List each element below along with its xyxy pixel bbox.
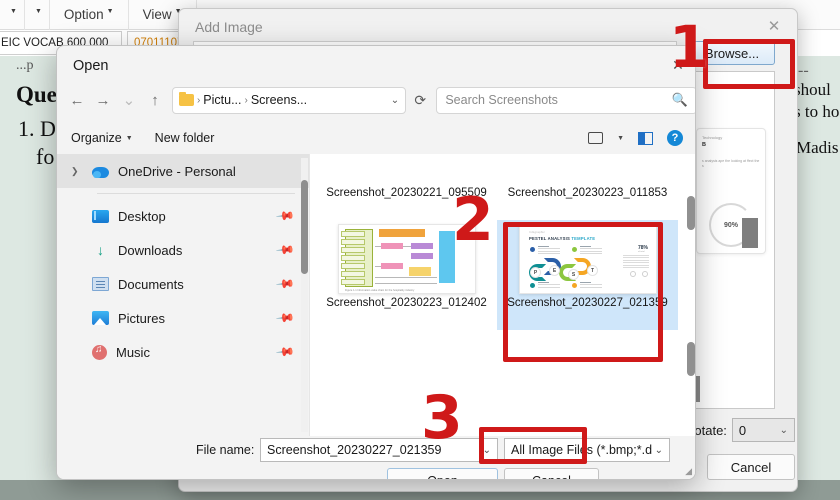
annotation-box-open-button (479, 427, 587, 464)
preview-card-body: s analysis ape the looking at ffect the … (702, 159, 760, 169)
toolbar-item-option[interactable]: Option ▼ (50, 0, 129, 30)
pin-icon[interactable]: 📌 (275, 274, 295, 294)
rotate-value: 0 (738, 422, 747, 438)
documents-icon (92, 277, 109, 291)
doc-line-3: fo (36, 144, 55, 169)
sidebar-item-desktop-label: Desktop (118, 208, 166, 224)
chevron-down-icon[interactable]: ⌄ (652, 445, 663, 456)
doc-line-0: ...p (16, 58, 34, 73)
annotation-box-file-tile (503, 222, 663, 362)
image-preview-pane: Technology B s analysis ape the looking … (689, 71, 775, 409)
rotate-select[interactable]: 0 ⌄ (731, 418, 795, 442)
close-icon[interactable]: ✕ (761, 15, 787, 37)
organize-label: Organize (71, 131, 122, 145)
sidebar-item-onedrive[interactable]: ❯ OneDrive - Personal (57, 154, 309, 188)
sidebar-item-music-label: Music (116, 344, 150, 360)
onedrive-icon (92, 166, 109, 178)
breadcrumb-item-pictures[interactable]: Pictu... (203, 93, 241, 107)
file-list-scrollbar-thumb[interactable] (687, 196, 695, 230)
toolbar-item-option-label: Option (63, 7, 104, 22)
desktop-icon (92, 209, 109, 223)
add-image-cancel-label: Cancel (730, 459, 772, 475)
file-name-label: File name: (196, 443, 255, 457)
sidebar-item-downloads[interactable]: ↓ Downloads 📌 (57, 233, 309, 267)
add-image-title: Add Image (195, 19, 263, 35)
doc-line-1: Que (16, 82, 57, 107)
downloads-icon: ↓ (97, 241, 104, 258)
resize-grip[interactable]: ◢ (685, 466, 692, 477)
sidebar-item-desktop[interactable]: Desktop 📌 (57, 199, 309, 233)
music-icon (92, 344, 107, 360)
sidebar-item-documents-label: Documents (118, 276, 184, 292)
annotation-box-browse (703, 39, 795, 89)
rotate-row: Rotate: 0 ⌄ (685, 417, 795, 443)
doc-right-line-2: s to ho (794, 102, 840, 121)
file-list-scrollbar-thumb-secondary[interactable] (687, 342, 695, 376)
annotation-step-1: 1 (669, 13, 710, 81)
chevron-down-icon[interactable]: ⌄ (385, 95, 399, 106)
doc-right-line-0: -- (798, 62, 809, 79)
chevron-down-icon: ▼ (106, 8, 114, 15)
breadcrumb-item-screenshots[interactable]: Screens... (251, 93, 307, 107)
sidebar-scrollbar[interactable] (301, 158, 308, 432)
pin-icon[interactable]: 📌 (275, 240, 295, 260)
sidebar-scrollbar-thumb[interactable] (301, 180, 308, 274)
sidebar-item-pictures[interactable]: Pictures 📌 (57, 301, 309, 335)
sidebar-item-music[interactable]: Music 📌 (57, 335, 309, 369)
up-icon[interactable]: ↑ (142, 85, 168, 115)
toolbar-item-1[interactable]: ▼ (25, 0, 50, 30)
breadcrumb-separator: › (244, 94, 248, 106)
chevron-down-icon: ⌄ (779, 424, 788, 436)
toolbar-item-0[interactable]: ▼ (0, 0, 25, 30)
sidebar-divider (97, 193, 295, 194)
file-tile-label: Screenshot_20230223_012402 (326, 297, 487, 309)
file-tile-label: Screenshot_20230223_011853 (507, 187, 668, 199)
preview-card-kicker: Technology (702, 135, 723, 140)
back-icon[interactable]: ← (64, 85, 90, 115)
chevron-down-icon: ▼ (10, 8, 17, 15)
preview-progress-value: 90% (723, 221, 738, 229)
doc-right-line-1: shoul (794, 80, 831, 99)
document-page-right: -- shoul s to ho Madis (792, 56, 840, 480)
annotation-step-3: 3 (421, 383, 463, 453)
annotation-step-2: 2 (452, 185, 494, 255)
organize-button[interactable]: Organize ▼ (71, 131, 133, 145)
folder-icon (178, 91, 194, 106)
sidebar-item-pictures-label: Pictures (118, 310, 165, 326)
doc-line-2: 1. D (18, 116, 56, 141)
breadcrumb-separator: › (196, 94, 201, 106)
pin-icon[interactable]: 📌 (275, 206, 295, 226)
new-folder-button[interactable]: New folder (155, 131, 215, 145)
file-tile[interactable]: Screenshot_20230223_011853 (497, 110, 678, 220)
open-dialog-footer: File name: Screenshot_20230227_021359 ⌄ … (57, 436, 695, 480)
cancel-button[interactable]: Cancel (504, 468, 599, 480)
recent-locations-chevron-down-icon[interactable]: ⌄ (116, 85, 142, 115)
sidebar: ❯ OneDrive - Personal Desktop 📌 ↓ Downlo… (57, 154, 309, 436)
chevron-down-icon: ▼ (125, 134, 133, 142)
pin-icon[interactable]: 📌 (275, 308, 295, 328)
search-placeholder: Search Screenshots (445, 93, 558, 107)
search-icon: 🔍 (671, 92, 689, 107)
open-dialog-title: Open (73, 58, 109, 74)
pictures-icon (92, 311, 109, 325)
pin-icon[interactable]: 📌 (275, 342, 295, 362)
add-image-cancel-button[interactable]: Cancel (707, 454, 795, 480)
sidebar-item-downloads-label: Downloads (118, 242, 183, 258)
file-name-value: Screenshot_20230227_021359 (267, 443, 442, 457)
chevron-right-icon[interactable]: ❯ (71, 166, 83, 177)
new-folder-label: New folder (154, 131, 215, 145)
open-button[interactable]: Open (387, 468, 498, 480)
preview-card-title: B (702, 142, 706, 148)
open-button-label: Open (427, 474, 458, 480)
sidebar-item-documents[interactable]: Documents 📌 (57, 267, 309, 301)
file-list-scrollbar[interactable] (687, 156, 695, 434)
toolbar-item-view-label: View (142, 7, 172, 22)
doc-right-line-3: Madis (796, 138, 839, 157)
forward-icon[interactable]: → (90, 85, 116, 115)
screenshot-root: ▼ ▼ Option ▼ View ▼ Attachment Annotatio… (0, 0, 840, 500)
cancel-button-label: Cancel (532, 474, 571, 480)
chevron-down-icon: ▼ (34, 8, 42, 15)
preview-block-graphic (742, 218, 758, 248)
sidebar-item-onedrive-label: OneDrive - Personal (118, 163, 236, 179)
